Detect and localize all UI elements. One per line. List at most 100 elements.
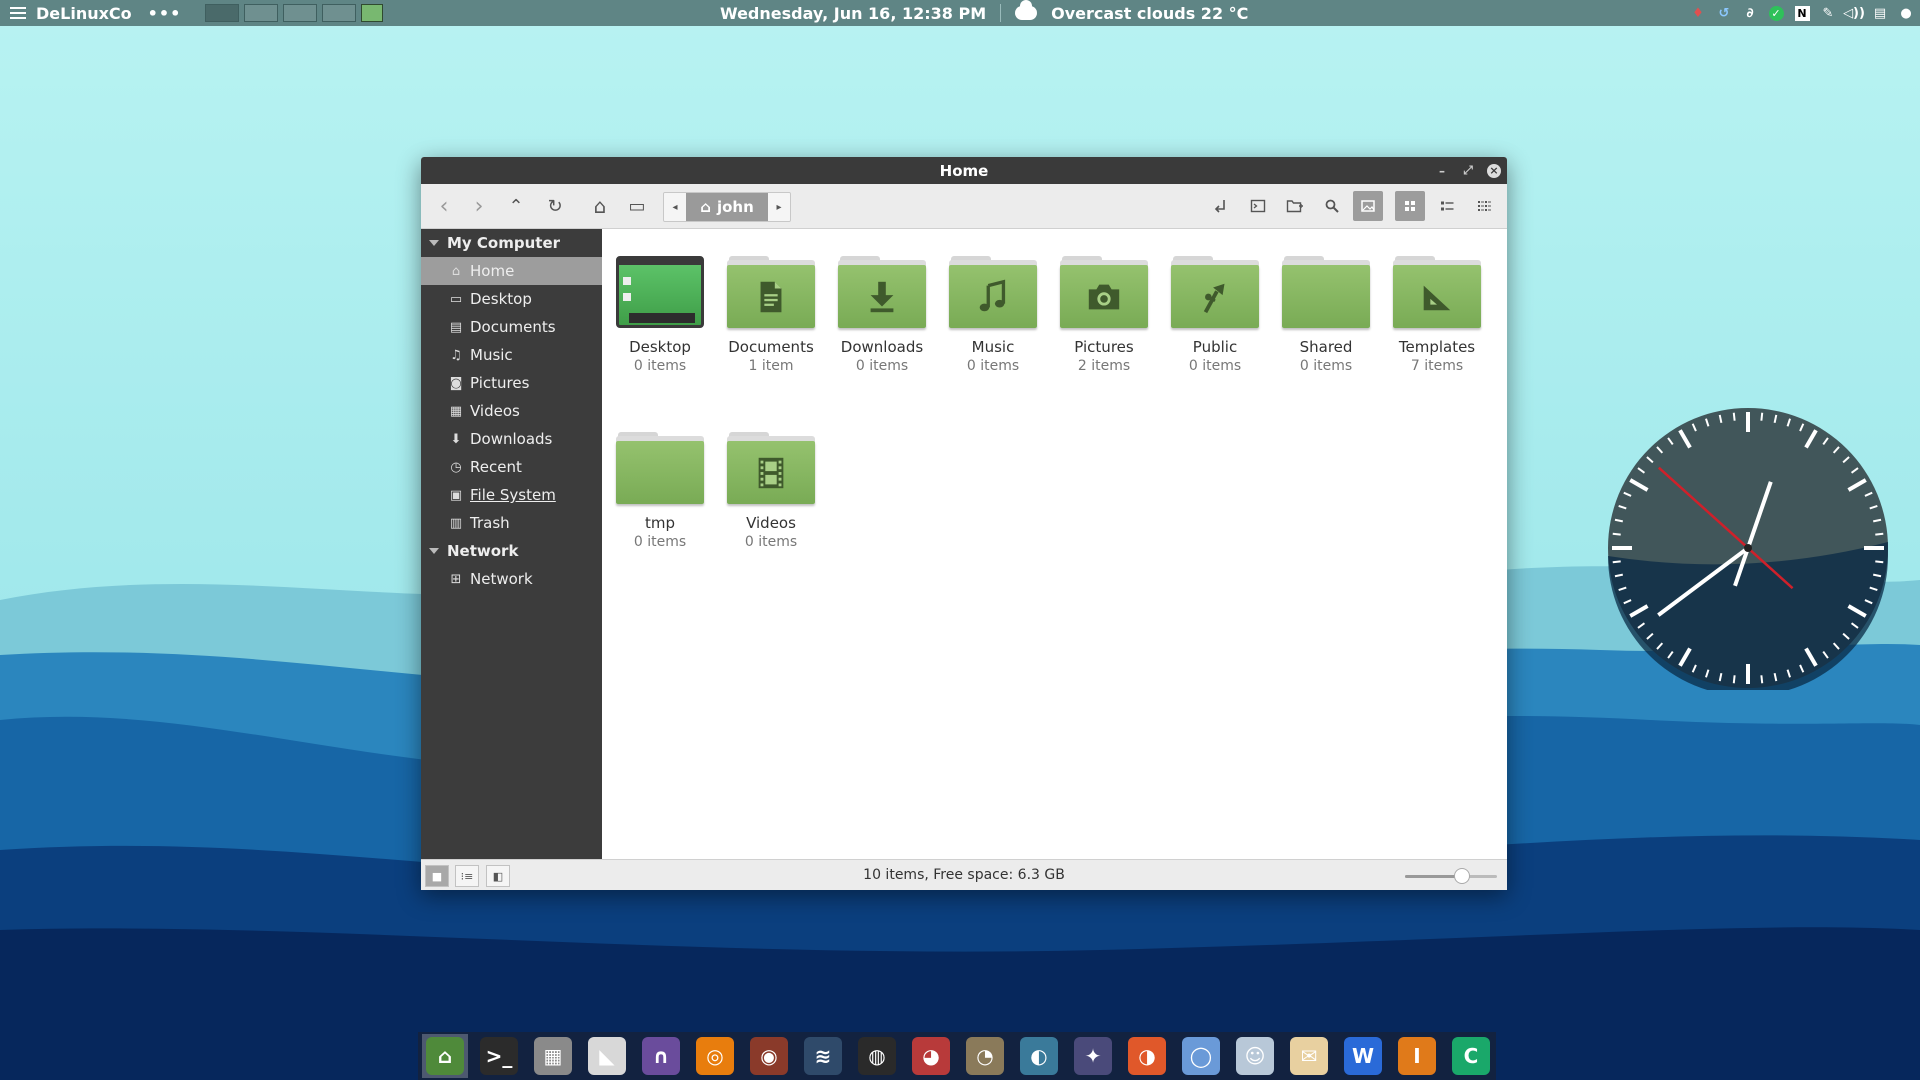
list-view-button[interactable]	[1432, 191, 1462, 221]
computer-button[interactable]: ▭	[622, 191, 652, 221]
file-name: Documents	[728, 338, 814, 356]
sync-icon[interactable]: ↺	[1716, 5, 1732, 21]
workspace-1[interactable]	[205, 4, 240, 22]
file-item-videos[interactable]: Videos 0 items	[717, 432, 825, 550]
sidebar-section-header[interactable]: Network	[421, 537, 602, 565]
minimize-button[interactable]: –	[1429, 157, 1455, 184]
forward-button[interactable]: ›	[464, 191, 494, 221]
up-button[interactable]: ⌃	[501, 191, 531, 221]
sidebar-item-downloads[interactable]: ⬇ Downloads	[421, 425, 602, 453]
dock-glyph: ◎	[706, 1044, 724, 1068]
maximize-button[interactable]: ⤢	[1455, 157, 1481, 184]
dock-glyph: ☺	[1244, 1044, 1266, 1068]
pen-icon[interactable]: ✎	[1820, 5, 1836, 21]
volume-icon[interactable]: ◁))	[1843, 5, 1865, 21]
dock-item-stamp-app[interactable]: ✉	[1286, 1034, 1332, 1078]
analog-clock-desklet[interactable]	[1606, 406, 1890, 690]
sidebar-item-network[interactable]: ⊞ Network	[421, 565, 602, 593]
home-button[interactable]: ⌂	[585, 191, 615, 221]
zoom-slider-handle[interactable]	[1454, 868, 1471, 884]
sidebar-item-file-system[interactable]: ▣ File System	[421, 481, 602, 509]
sidebar-item-pictures[interactable]: ◙ Pictures	[421, 369, 602, 397]
location-pin-icon[interactable]: ♦	[1690, 5, 1706, 21]
panel-weather[interactable]: Overcast clouds 22 °C	[1051, 4, 1248, 23]
toggle-location-button[interactable]	[1206, 191, 1236, 221]
panel-brand-label[interactable]: DeLinuxCo	[36, 4, 132, 23]
file-item-public[interactable]: Public 0 items	[1161, 256, 1269, 374]
breadcrumb-left-button[interactable]: ◂	[664, 193, 686, 221]
workspace-4[interactable]	[322, 4, 357, 22]
file-item-music[interactable]: Music 0 items	[939, 256, 1047, 374]
dock-item-draw[interactable]: ◣	[584, 1034, 630, 1078]
sidebar-item-recent[interactable]: ◷ Recent	[421, 453, 602, 481]
notion-icon[interactable]: N	[1794, 5, 1810, 21]
home-icon: ⌂	[593, 194, 607, 218]
sidebar-item-trash[interactable]: ▥ Trash	[421, 509, 602, 537]
sidebar-section-header[interactable]: My Computer	[421, 229, 602, 257]
dock-item-bird-app[interactable]: ✦	[1070, 1034, 1116, 1078]
user-icon[interactable]: ●	[1898, 5, 1914, 21]
dock-item-camera-app[interactable]: ◍	[854, 1034, 900, 1078]
film-icon: ▦	[449, 403, 463, 419]
file-item-downloads[interactable]: Downloads 0 items	[828, 256, 936, 374]
sidebar-item-videos[interactable]: ▦ Videos	[421, 397, 602, 425]
close-button[interactable]: ×	[1481, 157, 1507, 184]
dock-item-calculator[interactable]: ▦	[530, 1034, 576, 1078]
grid-icon	[1405, 201, 1415, 211]
zoom-slider[interactable]	[1405, 868, 1497, 884]
sidebar-item-desktop[interactable]: ▭ Desktop	[421, 285, 602, 313]
panel-datetime[interactable]: Wednesday, Jun 16, 12:38 PM	[720, 4, 986, 23]
dock-item-firefox[interactable]: ◑	[1124, 1034, 1170, 1078]
file-item-pictures[interactable]: Pictures 2 items	[1050, 256, 1158, 374]
dock-item-fish-app[interactable]: ◐	[1016, 1034, 1062, 1078]
panel-more-button[interactable]: •••	[148, 4, 182, 23]
toggle-preview-button[interactable]	[1353, 191, 1383, 221]
dock-item-impress[interactable]: I	[1394, 1034, 1440, 1078]
file-item-count: 2 items	[1077, 358, 1131, 374]
camera-icon: ◙	[449, 375, 463, 391]
system-tray: ♦ ↺ ∂ ✓ N ✎ ◁)) ▤ ●	[1690, 0, 1914, 26]
search-button[interactable]	[1317, 191, 1347, 221]
file-item-documents[interactable]: Documents 1 item	[717, 256, 825, 374]
dock-item-mail-app[interactable]: ☺	[1232, 1034, 1278, 1078]
dock-item-blender[interactable]: ◎	[692, 1034, 738, 1078]
sidebar-item-documents[interactable]: ▤ Documents	[421, 313, 602, 341]
dock-item-gimp[interactable]: ◔	[962, 1034, 1008, 1078]
clock-minute-mark	[1732, 412, 1736, 421]
panel-app-icon[interactable]	[361, 4, 384, 22]
keyboard-icon[interactable]: ▤	[1872, 5, 1888, 21]
home-icon: ⌂	[451, 263, 461, 279]
dock-item-chromium[interactable]: ◯	[1178, 1034, 1224, 1078]
dock-item-calc-sheet[interactable]: C	[1448, 1034, 1494, 1078]
breadcrumb-right-button[interactable]: ▸	[768, 193, 790, 221]
dock-item-audio-editor[interactable]: ≋	[800, 1034, 846, 1078]
open-terminal-button[interactable]	[1243, 191, 1273, 221]
sidebar-item-home[interactable]: ⌂ Home	[421, 257, 602, 285]
icon-view-button[interactable]	[1395, 191, 1425, 221]
sidebar-item-music[interactable]: ♫ Music	[421, 341, 602, 369]
breadcrumb-home[interactable]: ⌂ john	[686, 193, 768, 221]
check-shield-icon[interactable]: ✓	[1768, 5, 1784, 21]
new-folder-button[interactable]	[1280, 191, 1310, 221]
workspace-3[interactable]	[283, 4, 318, 22]
file-item-templates[interactable]: Templates 7 items	[1383, 256, 1491, 374]
dock-item-terminal[interactable]: >_	[476, 1034, 522, 1078]
paperclip-icon[interactable]: ∂	[1742, 5, 1758, 21]
clock-minute-mark	[1760, 675, 1764, 684]
dock-glyph: W	[1351, 1044, 1375, 1068]
file-item-tmp[interactable]: tmp 0 items	[606, 432, 714, 550]
reload-button[interactable]: ↻	[540, 191, 570, 221]
file-view[interactable]: Desktop 0 items Documents 1 item Downloads 0 …	[602, 229, 1507, 859]
dock-item-video-editor[interactable]: ◉	[746, 1034, 792, 1078]
file-item-shared[interactable]: Shared 0 items	[1272, 256, 1380, 374]
compact-view-button[interactable]	[1469, 191, 1499, 221]
dock-item-home-folder[interactable]: ⌂	[422, 1034, 468, 1078]
dock-item-audio[interactable]: ∩	[638, 1034, 684, 1078]
workspace-2[interactable]	[244, 4, 279, 22]
menu-icon[interactable]	[0, 0, 36, 26]
dock-item-color-app[interactable]: ◕	[908, 1034, 954, 1078]
file-item-desktop[interactable]: Desktop 0 items	[606, 256, 714, 374]
back-button[interactable]: ‹	[429, 191, 459, 221]
dock-item-writer[interactable]: W	[1340, 1034, 1386, 1078]
window-titlebar[interactable]: Home – ⤢ ×	[421, 157, 1507, 184]
